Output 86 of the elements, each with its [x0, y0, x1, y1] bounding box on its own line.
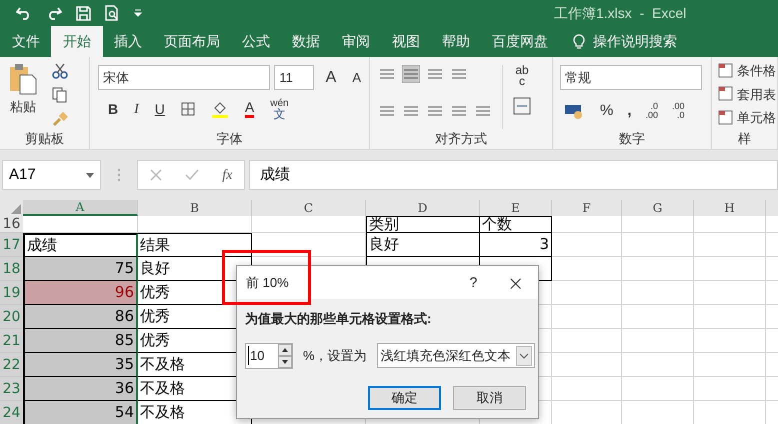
table-style-icon [718, 86, 734, 102]
bold-button[interactable]: B [108, 98, 118, 120]
dialog-button[interactable]: 取消 [453, 386, 526, 410]
row-header[interactable]: 16 [0, 216, 23, 233]
column-header[interactable]: A [23, 200, 138, 216]
save-icon[interactable] [76, 6, 91, 20]
table-style-icon [718, 110, 734, 126]
group-label: 对齐方式 [435, 130, 487, 148]
table-cell: 3 [480, 233, 552, 257]
table-cell: 86 [23, 305, 138, 329]
spin-arrows-icon[interactable] [278, 344, 292, 368]
cut-icon[interactable] [52, 63, 68, 79]
ribbon-tab[interactable]: 插入 [103, 26, 153, 57]
phonetic-button[interactable]: wén 文 [270, 98, 289, 120]
wrap-text-button[interactable]: ab c [513, 65, 531, 87]
borders-icon[interactable] [180, 102, 195, 116]
ribbon-tab[interactable]: 审阅 [331, 26, 381, 57]
merge-cells-icon[interactable] [513, 97, 531, 115]
dropdown-caret-icon[interactable] [86, 172, 94, 178]
paste-button[interactable]: 粘贴 [8, 63, 38, 129]
ribbon-tab[interactable]: 开始 [51, 26, 103, 57]
group-label: 样 [738, 130, 751, 148]
window-title: 工作簿1.xlsx - Excel [554, 4, 686, 22]
row-header[interactable]: 19 [0, 281, 23, 305]
font-name-field[interactable]: 宋体 [98, 65, 270, 90]
percent-button[interactable]: % [600, 100, 614, 122]
style-menu-item[interactable]: 套用表 [718, 84, 777, 104]
ribbon-tab[interactable]: 百度网盘 [481, 26, 559, 57]
italic-button[interactable]: I [134, 98, 139, 120]
table-cell: 36 [23, 377, 138, 401]
grow-font-button[interactable]: A [326, 66, 336, 90]
row-header[interactable]: 24 [0, 401, 23, 424]
table-cell: 结果 [138, 233, 252, 257]
middle-align-icon[interactable] [402, 65, 420, 83]
close-button[interactable]: × [507, 268, 524, 298]
print-preview-icon[interactable] [105, 5, 120, 21]
shrink-font-button[interactable]: A [352, 68, 361, 88]
row-header[interactable]: 17 [0, 233, 23, 257]
ribbon-tab[interactable]: 公式 [231, 26, 281, 57]
ribbon-tab[interactable]: 数据 [281, 26, 331, 57]
insert-function-button[interactable]: fx [222, 164, 232, 186]
ribbon-tab[interactable]: 文件 [1, 26, 51, 57]
font-color-button[interactable]: A [244, 100, 254, 118]
format-dropdown[interactable]: 浅红填充色深红色文本 [376, 343, 535, 368]
row-header[interactable]: 21 [0, 329, 23, 353]
underline-button[interactable]: U [154, 98, 165, 120]
dialog-button[interactable]: 确定 [368, 386, 441, 410]
ribbon-tab[interactable]: 帮助 [431, 26, 481, 57]
increase-decimal-button[interactable]: .0 .00 [646, 102, 658, 120]
style-menu-item[interactable]: 单元格 [718, 108, 777, 128]
tell-me-search[interactable]: 操作说明搜索 [593, 31, 677, 52]
table-cell: 85 [23, 329, 138, 353]
copy-icon[interactable] [52, 87, 68, 103]
unit-label: %，设置为 [303, 346, 367, 365]
style-menu-item[interactable]: 条件格 [718, 61, 777, 80]
table-cell: 类别 [366, 216, 480, 233]
group-label: 字体 [216, 130, 242, 148]
help-button[interactable]: ? [469, 272, 478, 293]
table-cell: 良好 [366, 233, 480, 257]
fill-color-icon[interactable] [210, 100, 229, 118]
table-cell: 54 [23, 401, 138, 424]
table-style-icon [718, 62, 734, 79]
undo-icon[interactable] [16, 6, 32, 20]
row-header[interactable]: 18 [0, 257, 23, 281]
table-cell: 75 [23, 257, 138, 281]
name-box[interactable]: A17 [2, 160, 101, 190]
number-format-field[interactable]: 常规 [560, 65, 702, 90]
row-header[interactable]: 23 [0, 377, 23, 401]
decrease-decimal-button[interactable]: .00 .0 [672, 102, 685, 120]
formula-field[interactable]: 成绩 [249, 160, 778, 190]
ribbon-tab[interactable]: 视图 [381, 26, 431, 57]
table-cell: 35 [23, 353, 138, 377]
row-header[interactable]: 22 [0, 353, 23, 377]
redo-icon[interactable] [46, 6, 62, 20]
lightbulb-icon [573, 33, 585, 50]
number-spinner[interactable]: 10 [245, 342, 293, 368]
comma-button[interactable]: , [627, 100, 632, 122]
group-label: 数字 [619, 130, 645, 148]
row-header[interactable]: 20 [0, 305, 23, 329]
group-label: 剪贴板 [25, 130, 64, 148]
font-size-field[interactable]: 11 [274, 65, 314, 90]
customize-menu-icon[interactable] [134, 9, 142, 17]
ribbon-tab[interactable]: 页面布局 [153, 26, 231, 57]
table-cell: 96 [23, 281, 138, 305]
table-cell: 个数 [480, 216, 552, 233]
table-cell: 成绩 [23, 233, 138, 257]
